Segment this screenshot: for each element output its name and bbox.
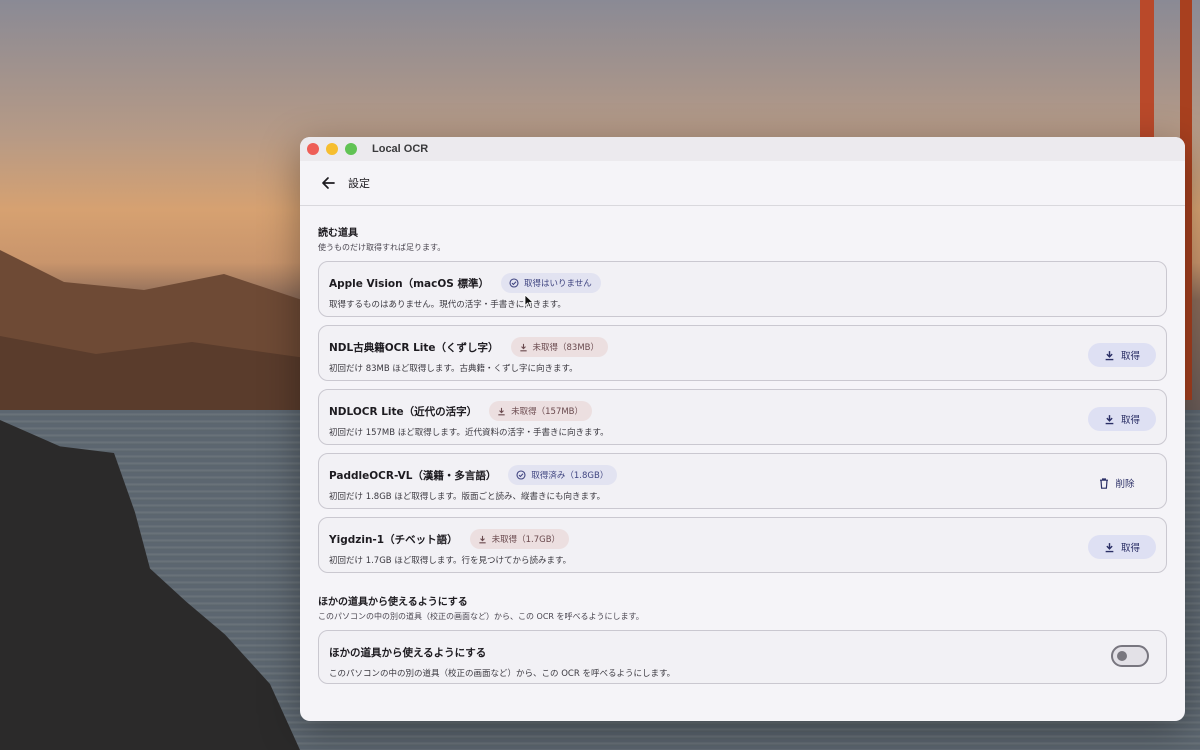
status-text: 未取得（83MB） xyxy=(532,343,599,353)
status-text: 未取得（157MB） xyxy=(511,407,584,417)
reader-description: 初回だけ 157MB ほど取得します。近代資料の活字・手書きに向きます。 xyxy=(329,428,609,438)
app-window: Local OCR 設定 読む道具 使うものだけ取得すれば足ります。 Apple… xyxy=(300,137,1185,721)
reader-name: NDLOCR Lite（近代の活字） xyxy=(329,405,478,418)
delete-button[interactable]: 削除 xyxy=(1086,471,1148,495)
status-text: 取得済み（1.8GB） xyxy=(531,471,609,481)
app-bar: 設定 xyxy=(300,161,1185,206)
reader-card-ndlocr-lite: NDLOCR Lite（近代の活字） 未取得（157MB） 初回だけ 157MB… xyxy=(318,389,1167,445)
status-badge: 取得済み（1.8GB） xyxy=(508,465,618,485)
reader-description: 初回だけ 1.8GB ほど取得します。版面ごと読み、縦書きにも向きます。 xyxy=(329,492,606,502)
close-window-button[interactable] xyxy=(307,143,319,155)
download-button[interactable]: 取得 xyxy=(1088,535,1156,559)
readers-section-subtitle: 使うものだけ取得すれば足ります。 xyxy=(318,243,446,252)
status-text: 取得はいりません xyxy=(524,279,592,289)
reader-name: Apple Vision（macOS 標準） xyxy=(329,277,490,290)
check-circle-icon xyxy=(516,470,526,480)
reader-name: Yigdzin-1（チベット語） xyxy=(329,533,458,546)
status-badge: 未取得（157MB） xyxy=(489,401,593,421)
status-badge: 取得はいりません xyxy=(501,273,601,293)
download-button-label: 取得 xyxy=(1120,543,1140,554)
download-button[interactable]: 取得 xyxy=(1088,343,1156,367)
reader-name: PaddleOCR-VL（漢籍・多言語） xyxy=(329,469,497,482)
reader-card-apple-vision: Apple Vision（macOS 標準） 取得はいりません 取得するものはあ… xyxy=(318,261,1167,317)
integration-toggle-switch[interactable] xyxy=(1111,645,1149,667)
title-bar: Local OCR xyxy=(300,137,1185,161)
reader-description: 初回だけ 83MB ほど取得します。古典籍・くずし字に向きます。 xyxy=(329,364,578,374)
download-button-label: 取得 xyxy=(1120,415,1140,426)
back-button[interactable] xyxy=(317,172,339,194)
reader-name: NDL古典籍OCR Lite（くずし字） xyxy=(329,341,499,354)
integration-toggle-card: ほかの道具から使えるようにする このパソコンの中の別の道具（校正の画面など）から… xyxy=(318,630,1167,684)
download-icon xyxy=(498,407,505,415)
integration-toggle-description: このパソコンの中の別の道具（校正の画面など）から、この OCR を呼べるようにし… xyxy=(329,669,676,679)
download-button-label: 取得 xyxy=(1120,351,1140,362)
minimize-window-button[interactable] xyxy=(326,143,338,155)
integration-toggle-title: ほかの道具から使えるようにする xyxy=(329,646,487,659)
integration-section-subtitle: このパソコンの中の別の道具（校正の画面など）から、この OCR を呼べるようにし… xyxy=(318,612,644,621)
integration-section-title: ほかの道具から使えるようにする xyxy=(318,597,468,608)
status-badge: 未取得（83MB） xyxy=(510,337,608,357)
reader-list: Apple Vision（macOS 標準） 取得はいりません 取得するものはあ… xyxy=(318,261,1167,573)
trash-icon xyxy=(1100,477,1109,489)
reader-card-ndl-koten: NDL古典籍OCR Lite（くずし字） 未取得（83MB） 初回だけ 83MB… xyxy=(318,325,1167,381)
toggle-knob xyxy=(1117,651,1127,661)
download-icon xyxy=(1105,350,1114,360)
status-text: 未取得（1.7GB） xyxy=(491,535,561,545)
reader-card-paddleocr-vl: PaddleOCR-VL（漢籍・多言語） 取得済み（1.8GB） 初回だけ 1.… xyxy=(318,453,1167,509)
reader-description: 初回だけ 1.7GB ほど取得します。行を見つけてから読みます。 xyxy=(329,556,572,566)
status-badge: 未取得（1.7GB） xyxy=(469,529,570,549)
download-icon xyxy=(1105,542,1114,552)
window-title: Local OCR xyxy=(372,143,429,155)
download-icon xyxy=(1105,414,1114,424)
arrow-left-icon xyxy=(322,177,335,189)
page-title: 設定 xyxy=(348,177,370,190)
readers-section-title: 読む道具 xyxy=(318,228,358,239)
download-button[interactable]: 取得 xyxy=(1088,407,1156,431)
reader-card-yigdzin: Yigdzin-1（チベット語） 未取得（1.7GB） 初回だけ 1.7GB ほ… xyxy=(318,517,1167,573)
mouse-cursor-icon xyxy=(524,294,534,308)
check-circle-icon xyxy=(509,278,519,288)
delete-button-label: 削除 xyxy=(1115,479,1135,490)
download-icon xyxy=(519,343,527,351)
download-icon xyxy=(478,535,486,543)
zoom-window-button[interactable] xyxy=(345,143,357,155)
reader-description: 取得するものはありません。現代の活字・手書きに向きます。 xyxy=(329,300,566,310)
